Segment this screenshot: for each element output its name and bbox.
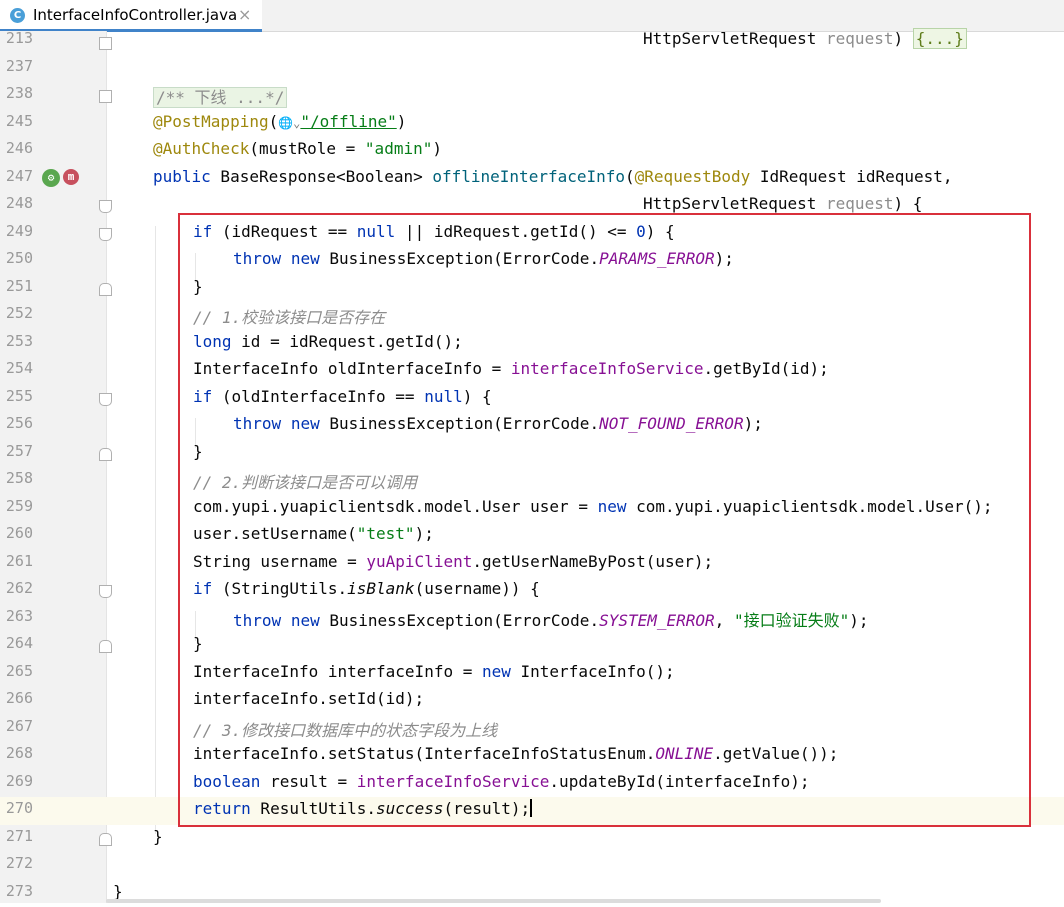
line-number: 246 xyxy=(0,139,33,157)
line-number: 247 xyxy=(0,167,33,185)
line-number: 262 xyxy=(0,579,33,597)
code-editor[interactable]: 213 HttpServletRequest request) {...} 23… xyxy=(0,31,1064,903)
fold-toggle-icon[interactable] xyxy=(99,37,112,50)
code-line: 213 HttpServletRequest request) {...} xyxy=(0,27,1064,55)
globe-icon[interactable]: 🌐⌄ xyxy=(278,116,300,130)
code-line: 272 xyxy=(0,852,1064,880)
code-line: 247 ⚙ m public BaseResponse<Boolean> off… xyxy=(0,165,1064,193)
line-number: 237 xyxy=(0,57,33,75)
line-number: 251 xyxy=(0,277,33,295)
code-line: 246 @AuthCheck(mustRole = "admin") xyxy=(0,137,1064,165)
line-number: 268 xyxy=(0,744,33,762)
fold-toggle-icon[interactable] xyxy=(99,833,112,846)
java-class-icon: C xyxy=(10,8,25,23)
line-number: 248 xyxy=(0,194,33,212)
line-number: 254 xyxy=(0,359,33,377)
line-number: 265 xyxy=(0,662,33,680)
line-number: 245 xyxy=(0,112,33,130)
line-number: 249 xyxy=(0,222,33,240)
line-number: 260 xyxy=(0,524,33,542)
fold-toggle-icon[interactable] xyxy=(99,640,112,653)
line-number: 263 xyxy=(0,607,33,625)
tab-label: InterfaceInfoController.java xyxy=(33,6,237,24)
line-number: 213 xyxy=(0,29,33,47)
line-number: 266 xyxy=(0,689,33,707)
mapping-icon[interactable]: m xyxy=(63,169,79,185)
code-line: 238 /** 下线 ...*/ xyxy=(0,82,1064,110)
code-line: 245 @PostMapping(🌐⌄"/offline") xyxy=(0,110,1064,138)
line-number: 271 xyxy=(0,827,33,845)
line-number: 264 xyxy=(0,634,33,652)
line-number: 273 xyxy=(0,882,33,900)
fold-toggle-icon[interactable] xyxy=(99,448,112,461)
line-number: 272 xyxy=(0,854,33,872)
line-number: 269 xyxy=(0,772,33,790)
folded-doc-comment[interactable]: /** 下线 ...*/ xyxy=(153,87,287,108)
line-number: 256 xyxy=(0,414,33,432)
horizontal-scrollbar[interactable] xyxy=(106,899,881,903)
line-number: 261 xyxy=(0,552,33,570)
line-number: 258 xyxy=(0,469,33,487)
fold-toggle-icon[interactable] xyxy=(99,393,112,406)
highlight-box xyxy=(178,213,1031,827)
line-number: 250 xyxy=(0,249,33,267)
fold-toggle-icon[interactable] xyxy=(99,283,112,296)
fold-toggle-icon[interactable] xyxy=(99,200,112,213)
line-number: 257 xyxy=(0,442,33,460)
line-number: 270 xyxy=(0,799,33,817)
line-number: 267 xyxy=(0,717,33,735)
code-line: 271 } xyxy=(0,825,1064,853)
folded-code-block[interactable]: {...} xyxy=(913,28,967,49)
line-number: 253 xyxy=(0,332,33,350)
fold-toggle-icon[interactable] xyxy=(99,585,112,598)
fold-toggle-icon[interactable] xyxy=(99,228,112,241)
bean-icon[interactable]: ⚙ xyxy=(42,169,60,187)
line-number: 255 xyxy=(0,387,33,405)
code-line: 237 xyxy=(0,55,1064,83)
fold-toggle-icon[interactable] xyxy=(99,90,112,103)
line-number: 252 xyxy=(0,304,33,322)
line-number: 238 xyxy=(0,84,33,102)
close-icon[interactable]: × xyxy=(238,5,251,24)
line-number: 259 xyxy=(0,497,33,515)
